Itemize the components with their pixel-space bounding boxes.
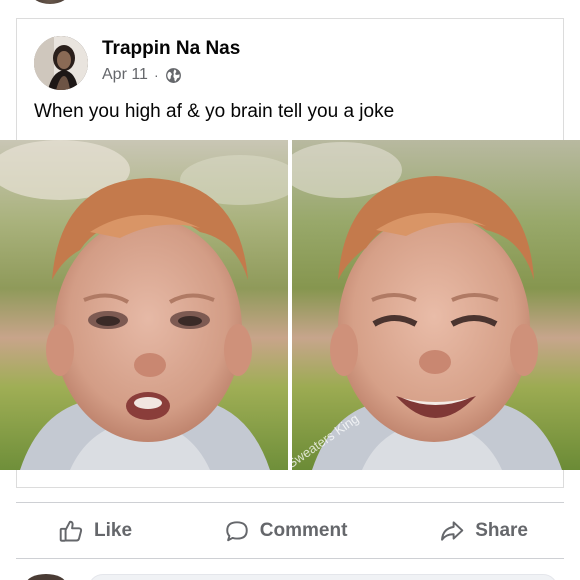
like-label: Like	[94, 520, 133, 541]
comment-label: Comment	[259, 520, 348, 541]
comment-button[interactable]: Comment	[224, 518, 348, 544]
speech-bubble-icon	[224, 518, 250, 544]
meme-panel-laughing: Sweaters King	[292, 140, 580, 470]
post-actions-bar: Like Comment Share	[16, 508, 564, 554]
commenter-avatar[interactable]	[26, 574, 66, 580]
thumbs-up-icon	[58, 518, 84, 544]
meme-panel-neutral	[0, 140, 288, 470]
comment-input[interactable]	[88, 574, 558, 580]
share-button[interactable]: Share	[439, 518, 528, 544]
like-button[interactable]: Like	[58, 518, 132, 544]
globe-icon	[165, 67, 182, 84]
post-meta: Apr 11 ·	[102, 66, 182, 84]
post-divider-top	[16, 502, 564, 503]
post-text: When you high af & yo brain tell you a j…	[34, 101, 395, 122]
meta-separator: ·	[153, 67, 159, 83]
previous-post-avatar[interactable]	[30, 0, 70, 4]
share-label: Share	[475, 520, 528, 541]
post-divider-bottom	[16, 558, 564, 559]
author-name[interactable]: Trappin Na Nas	[102, 38, 240, 60]
share-arrow-icon	[439, 518, 465, 544]
post-date[interactable]: Apr 11	[102, 66, 148, 84]
meme-image[interactable]: Sweaters King	[0, 140, 580, 470]
author-avatar-image	[34, 36, 88, 90]
author-avatar[interactable]	[34, 36, 88, 90]
